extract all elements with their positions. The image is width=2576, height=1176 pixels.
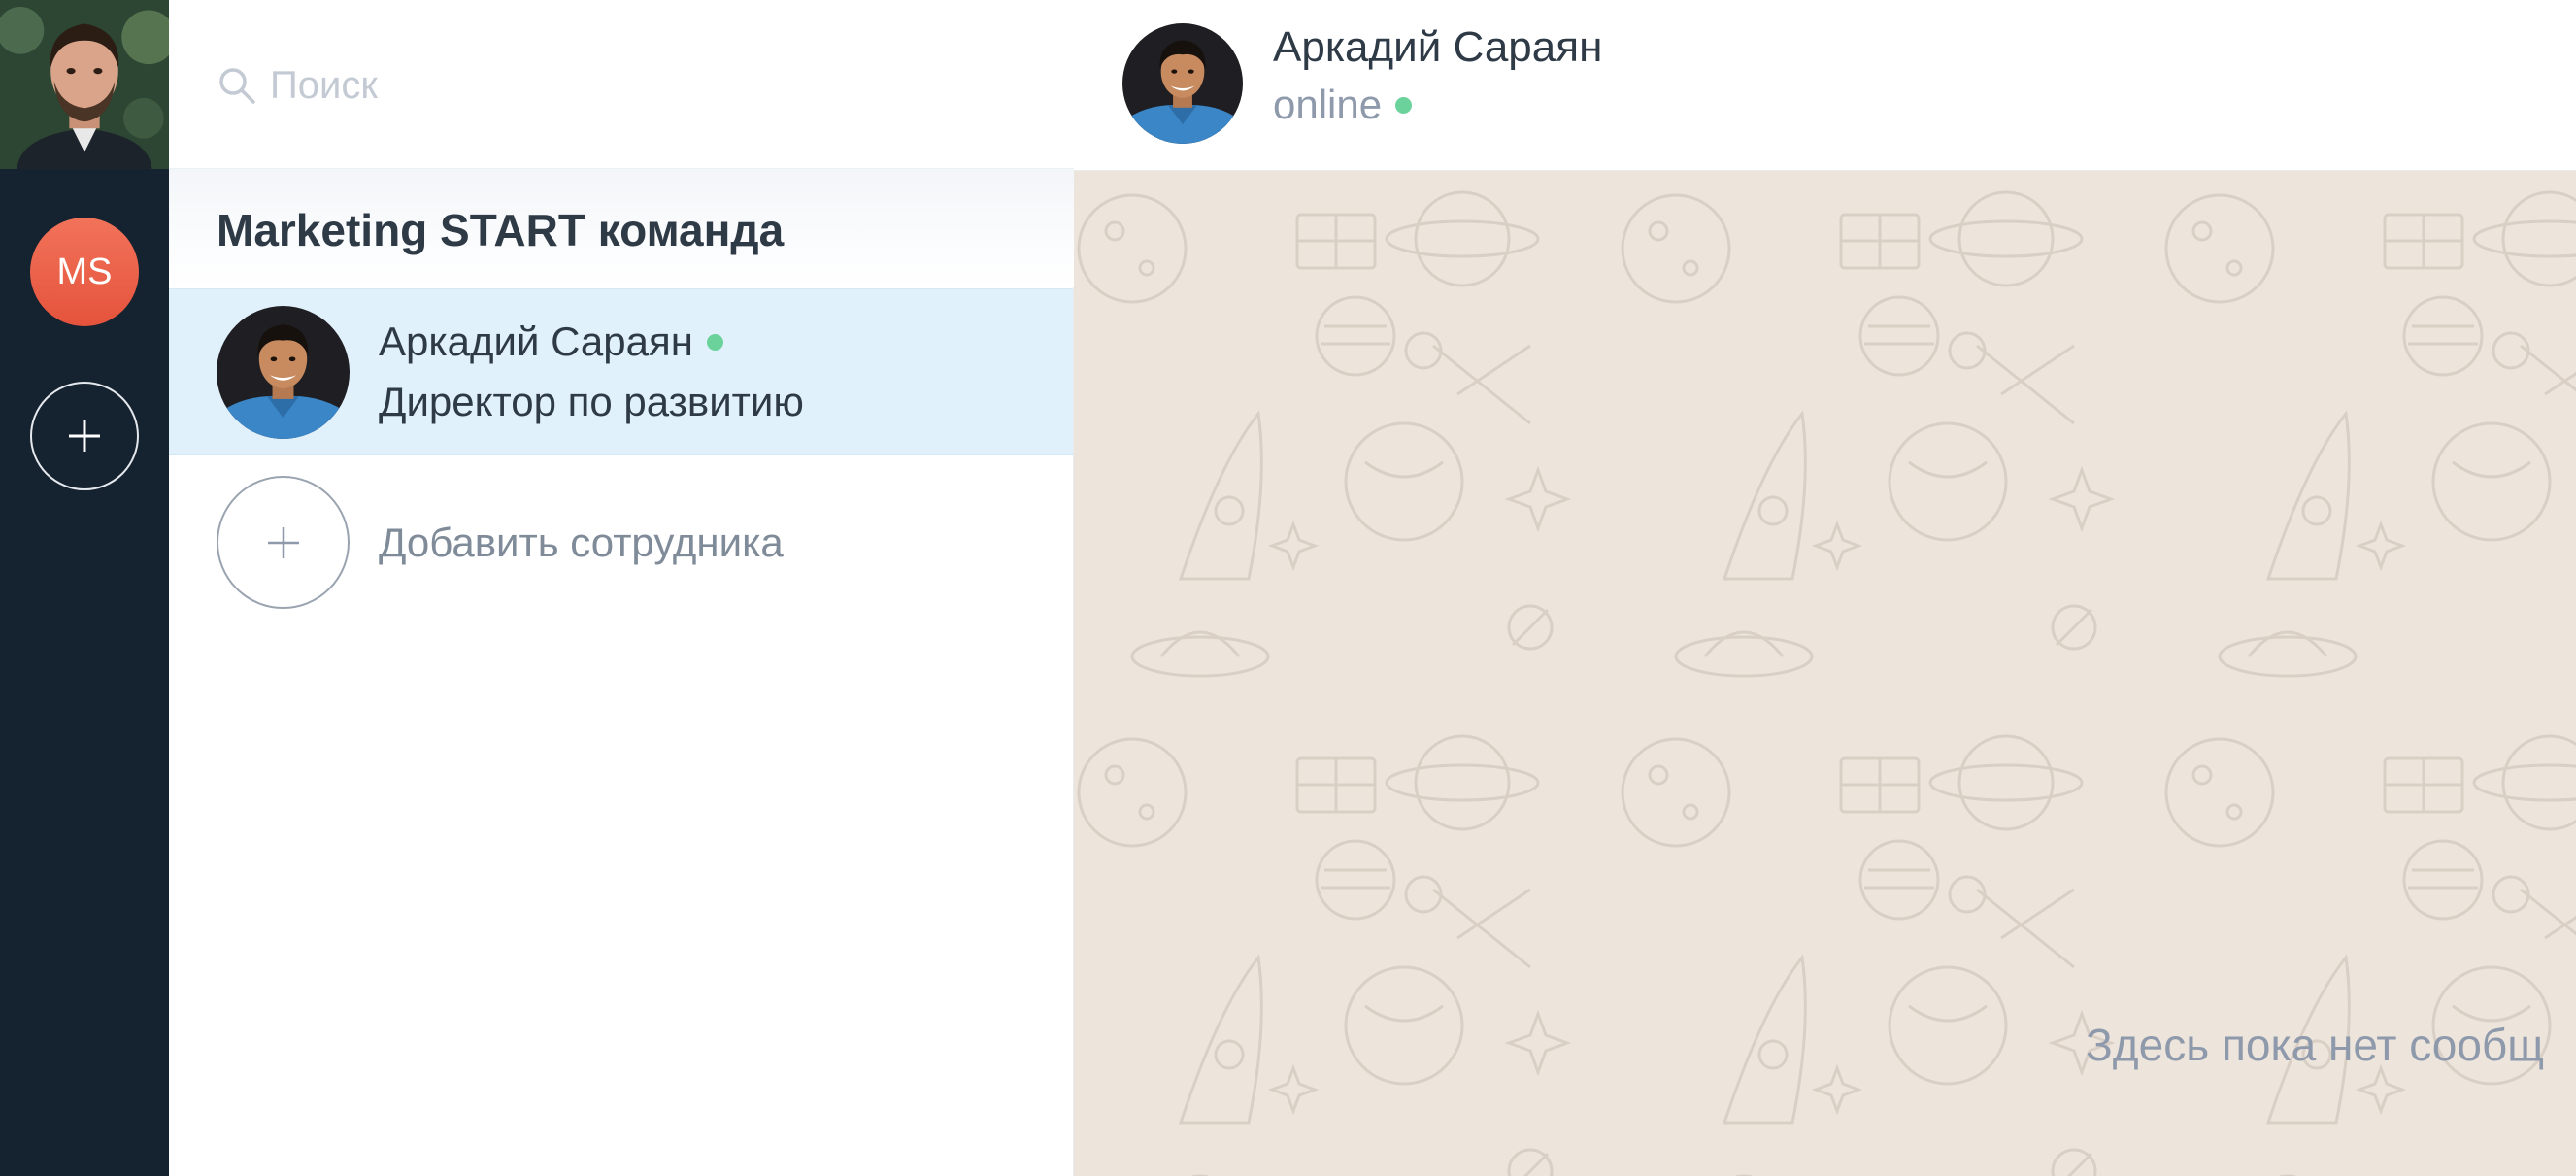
add-workspace-button[interactable] — [30, 382, 139, 490]
group-title: Marketing START команда — [217, 205, 785, 255]
plus-icon — [267, 526, 299, 558]
chat-avatar[interactable] — [1122, 23, 1243, 144]
chat-contact-photo — [1122, 23, 1243, 144]
workspace-initials: MS — [56, 251, 113, 292]
chat-status: online — [1273, 82, 1383, 127]
chat-header: Аркадий Сараян online — [1074, 0, 2576, 171]
contact-avatar — [217, 306, 350, 439]
contact-photo — [217, 306, 350, 439]
contact-name: Аркадий Сараян — [379, 319, 693, 364]
search-icon — [219, 68, 255, 104]
chat-contact-name: Аркадий Сараян — [1273, 23, 1603, 71]
contact-role: Директор по развитию — [379, 379, 804, 424]
search-bar — [169, 0, 1074, 169]
workspace-rail: MS — [0, 0, 169, 1176]
search-input[interactable] — [270, 56, 969, 115]
contact-name-line: Аркадий Сараян — [379, 319, 723, 365]
user-photo — [0, 0, 169, 169]
online-indicator — [1395, 97, 1413, 115]
add-employee-circle — [217, 476, 350, 609]
contact-row[interactable]: Аркадий Сараян Директор по развитию — [169, 288, 1073, 455]
chat-status-line: online — [1273, 82, 1413, 128]
online-indicator — [706, 334, 723, 352]
chat-area: Здесь пока нет сообщ — [1074, 171, 2576, 1176]
add-employee-label: Добавить сотрудника — [379, 520, 784, 565]
user-avatar[interactable] — [0, 0, 169, 169]
workspace-badge[interactable]: MS — [30, 218, 139, 326]
empty-chat-message: Здесь пока нет сообщ — [2086, 1020, 2545, 1070]
plus-icon — [69, 420, 100, 452]
add-employee-button[interactable]: Добавить сотрудника — [169, 476, 1073, 609]
contacts-panel: Marketing START команда Аркадий Сараян Д… — [169, 0, 1074, 1176]
